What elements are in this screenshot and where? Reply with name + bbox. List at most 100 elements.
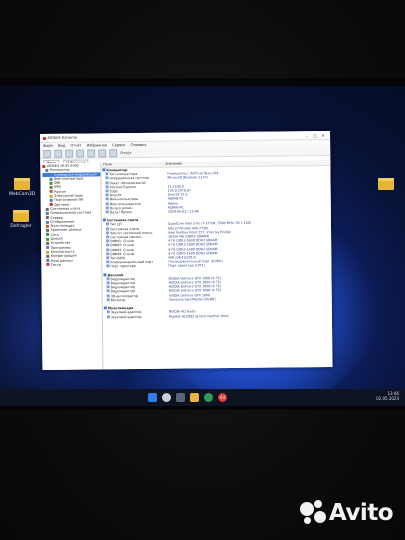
chart-icon[interactable] xyxy=(98,148,107,157)
field-icon xyxy=(106,277,110,281)
field-icon xyxy=(106,247,110,251)
tree-item-icon xyxy=(49,203,53,207)
field-icon xyxy=(105,222,109,226)
menu-file[interactable]: Файл xyxy=(43,144,53,148)
tree-item-icon xyxy=(45,207,49,211)
field-icon xyxy=(106,314,110,318)
group-icon xyxy=(102,218,106,222)
up-icon[interactable] xyxy=(65,149,74,158)
desktop-icon-label: Defragler xyxy=(10,224,32,229)
maximize-button[interactable]: □ xyxy=(311,133,319,138)
column-field[interactable]: Поле xyxy=(101,162,165,168)
field-icon xyxy=(106,256,110,260)
tree-item-icon xyxy=(49,181,53,185)
forward-icon[interactable] xyxy=(54,149,63,158)
tree-item-icon xyxy=(45,224,49,228)
group-icon xyxy=(102,168,106,172)
details-list: Компьютер Тип компьютера Компьютер с ACPI … xyxy=(101,166,332,319)
field-text: Звуковой адаптер xyxy=(110,314,142,319)
app-icon xyxy=(43,136,47,140)
tree-item-icon xyxy=(46,250,50,254)
system-clock[interactable]: 13:46 02.05.2024 xyxy=(376,391,399,401)
field-icon xyxy=(106,264,110,268)
field-icon xyxy=(106,235,110,239)
window-body: AIDA64 v6.85.6300 Компьютер Суммарная инфо… xyxy=(40,159,333,370)
tree-item-icon xyxy=(49,194,53,198)
field-icon xyxy=(106,298,110,302)
tree-item-icon xyxy=(45,168,49,172)
report-icon[interactable] xyxy=(109,148,118,157)
field-icon xyxy=(105,205,109,210)
field-icon xyxy=(106,231,110,235)
tree-item-icon xyxy=(45,211,49,215)
folder-icon xyxy=(378,178,394,190)
folder-icon xyxy=(14,178,30,190)
field-icon xyxy=(105,185,109,189)
group-icon xyxy=(103,272,107,277)
file-explorer-icon[interactable] xyxy=(190,393,199,402)
tree-item-icon xyxy=(45,216,49,220)
group-icon xyxy=(103,306,107,310)
clock-date: 02.05.2024 xyxy=(376,396,399,401)
refresh-icon[interactable] xyxy=(76,149,85,158)
avito-brand: Avito xyxy=(328,500,394,526)
field-icon xyxy=(105,197,109,201)
tree-item-icon xyxy=(46,263,50,267)
column-value[interactable]: Значение xyxy=(165,162,182,167)
desktop-icon-webcam[interactable]: WebCam3D xyxy=(2,178,42,197)
tree-item-icon xyxy=(49,198,53,202)
field-icon xyxy=(105,210,109,214)
field-icon xyxy=(105,189,109,193)
avito-logo-icon xyxy=(299,500,326,526)
taskbar: 64 13:46 02.05.2024 xyxy=(0,389,405,406)
field-icon xyxy=(106,293,110,297)
menu-favorites[interactable]: Избранное xyxy=(87,143,107,147)
desktop-icon-defragler[interactable]: Defragler xyxy=(1,210,41,229)
field-icon xyxy=(106,252,110,256)
desktop-icon-right[interactable] xyxy=(366,178,405,190)
field-icon xyxy=(106,285,110,289)
browser-icon[interactable] xyxy=(204,393,213,402)
window-title: AIDA64 Extreme xyxy=(47,135,78,140)
tree-item-icon xyxy=(46,246,50,250)
field-icon xyxy=(105,193,109,197)
avito-watermark: Avito xyxy=(299,500,394,526)
back-icon[interactable] xyxy=(43,149,52,158)
aida64-window: AIDA64 Extreme – □ ✕ Файл Вид Отчёт Избр… xyxy=(40,130,333,370)
field-icon xyxy=(105,180,109,184)
field-icon xyxy=(105,201,109,205)
field-icon xyxy=(105,226,110,230)
value-cell: Realtek ALC892 @ Intel Panther Point xyxy=(168,313,229,319)
aida64-taskbar-icon[interactable]: 64 xyxy=(218,393,227,402)
tree-item[interactable]: Тесты xyxy=(43,262,101,267)
field-icon xyxy=(106,243,110,247)
close-button[interactable]: ✕ xyxy=(319,132,327,138)
tree-item-icon xyxy=(49,177,53,181)
field-icon xyxy=(106,281,110,285)
field-icon xyxy=(106,239,110,243)
tree-item-icon xyxy=(46,237,50,241)
menu-help[interactable]: Справка xyxy=(131,143,147,147)
folder-icon xyxy=(13,210,29,222)
field-icon xyxy=(105,176,109,180)
tree-item-icon xyxy=(45,229,50,233)
tree-item-icon xyxy=(46,254,50,258)
menu-tools[interactable]: Сервис xyxy=(112,143,125,147)
field-icon xyxy=(106,260,110,264)
field-cell: Звуковой адаптер xyxy=(103,314,169,319)
tree-item-icon xyxy=(46,259,50,263)
menu-report[interactable]: Отчёт xyxy=(70,144,81,148)
start-icon[interactable] xyxy=(148,393,157,402)
search-icon[interactable] xyxy=(162,393,171,402)
task-view-icon[interactable] xyxy=(176,393,185,402)
field-icon xyxy=(106,310,110,314)
details-panel: Поле Значение Компьютер Тип компьютера Ком… xyxy=(101,159,333,370)
user-icon[interactable] xyxy=(87,148,96,158)
tree-item-icon xyxy=(46,233,50,237)
tree-item-icon xyxy=(49,173,53,177)
field-icon xyxy=(105,172,109,176)
minimize-button[interactable]: – xyxy=(303,133,311,138)
report-button[interactable]: Отчёт xyxy=(120,151,131,155)
menu-view[interactable]: Вид xyxy=(58,144,65,148)
tree-item-label: Тесты xyxy=(50,262,62,267)
